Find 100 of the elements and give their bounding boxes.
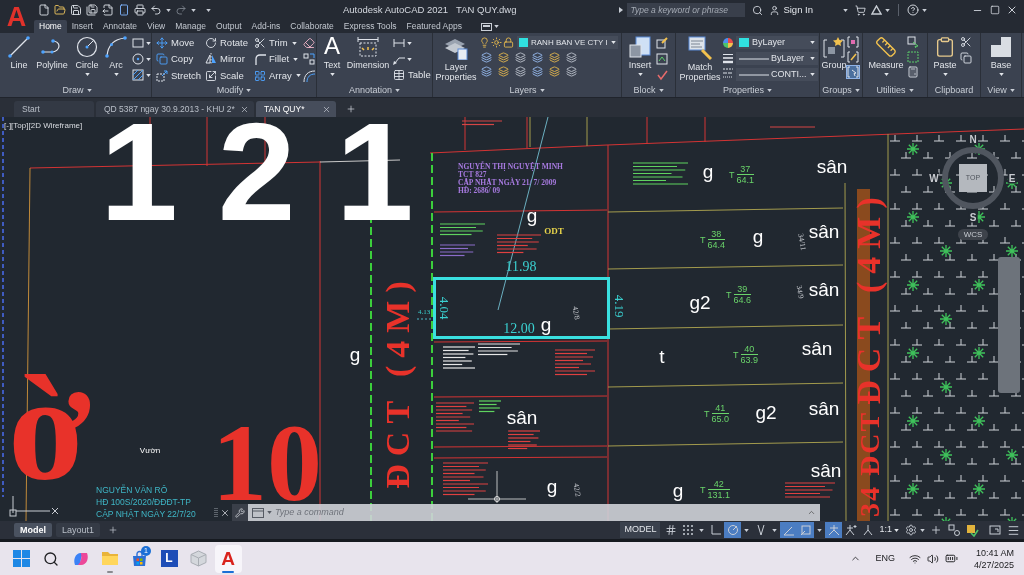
close-tab-icon[interactable] bbox=[322, 104, 331, 114]
search-field[interactable]: Type a keyword or phrase bbox=[627, 3, 746, 17]
lock-icon[interactable] bbox=[503, 37, 514, 48]
ribbon-tab[interactable]: Home bbox=[34, 20, 67, 33]
layer-tool-icon[interactable] bbox=[515, 66, 526, 77]
clock-date[interactable]: 4/27/2025 bbox=[973, 558, 1014, 571]
base-view-button[interactable]: Base bbox=[987, 33, 1015, 84]
layer-tool-icon[interactable] bbox=[498, 52, 509, 63]
viewport-controls[interactable]: [-][Top][2D Wireframe] bbox=[4, 121, 83, 131]
color-dropdown[interactable]: ByLayer bbox=[736, 36, 818, 49]
layer-tool-icon[interactable] bbox=[549, 52, 560, 63]
file-tab[interactable]: Start bbox=[14, 101, 94, 117]
layer-tool-icon[interactable] bbox=[481, 66, 492, 77]
compass-letter[interactable]: W bbox=[928, 172, 940, 184]
lightbulb-icon[interactable] bbox=[479, 37, 490, 48]
layer-tool-icon[interactable] bbox=[532, 52, 543, 63]
close-icon[interactable] bbox=[1006, 4, 1018, 16]
line-tool-button[interactable]: Line bbox=[5, 33, 33, 84]
panel-title-button[interactable]: Draw bbox=[62, 83, 92, 98]
ribbon-tab[interactable]: View bbox=[142, 20, 171, 33]
circle-tool-button[interactable]: Circle bbox=[71, 33, 103, 84]
ellipse-tool-button[interactable] bbox=[132, 51, 151, 67]
export-file-icon[interactable] bbox=[102, 4, 114, 16]
copy-button[interactable]: Copy bbox=[156, 51, 205, 68]
fullscreen-icon[interactable] bbox=[989, 524, 1001, 536]
dimension-tool-button[interactable]: Dimension bbox=[345, 33, 391, 84]
panel-title-button[interactable]: Groups bbox=[822, 83, 860, 98]
isolate-objects-icon[interactable] bbox=[948, 524, 960, 536]
model-space-button[interactable]: MODEL bbox=[620, 522, 661, 538]
layer-dropdown[interactable]: RANH BAN VE CTY I bbox=[517, 36, 618, 49]
panel-title-button[interactable]: Modify bbox=[216, 83, 252, 98]
status-toggle-button[interactable] bbox=[724, 522, 742, 538]
caret-icon[interactable] bbox=[817, 528, 823, 532]
status-toggle-button[interactable] bbox=[825, 522, 843, 538]
eraser-icon[interactable] bbox=[303, 37, 315, 49]
settings-icon[interactable] bbox=[905, 524, 917, 536]
customize-button[interactable] bbox=[232, 504, 248, 521]
new-tab-icon[interactable] bbox=[346, 104, 356, 114]
plus-icon[interactable] bbox=[930, 524, 942, 536]
search-icon[interactable] bbox=[43, 550, 59, 567]
cart-icon[interactable] bbox=[855, 4, 866, 16]
ribbon-tab[interactable]: Featured Apps bbox=[401, 20, 467, 33]
menu-icon[interactable] bbox=[1007, 523, 1020, 537]
scale-button[interactable]: Scale bbox=[205, 67, 254, 84]
hardware-acceleration-icon[interactable] bbox=[966, 523, 979, 537]
block-editor-icon[interactable] bbox=[656, 37, 668, 49]
taskbar-app-button[interactable]: L bbox=[155, 544, 183, 573]
group-edit-icon[interactable] bbox=[847, 51, 859, 63]
arc-tool-button[interactable]: Arc bbox=[103, 33, 129, 84]
caret-icon[interactable] bbox=[699, 528, 705, 532]
compass-letter[interactable]: S bbox=[968, 211, 978, 223]
panel-title-button[interactable]: Block bbox=[633, 83, 664, 98]
mirror-button[interactable]: Mirror bbox=[205, 51, 254, 68]
lineweight-dropdown[interactable]: ByLayer bbox=[736, 52, 818, 65]
caret-icon[interactable] bbox=[922, 8, 927, 12]
calculator-icon[interactable] bbox=[907, 66, 919, 78]
fillet-button[interactable]: Fillet bbox=[254, 51, 303, 68]
caret-icon[interactable] bbox=[166, 8, 171, 12]
explode-icon[interactable] bbox=[303, 53, 315, 66]
ribbon-tab[interactable]: Express Tools bbox=[338, 20, 402, 33]
compass-letter[interactable]: N bbox=[968, 133, 978, 145]
annotation-scale-button[interactable]: 1:1 bbox=[879, 523, 899, 537]
open-folder-icon[interactable] bbox=[54, 4, 66, 16]
sign-in-button[interactable]: Sign In bbox=[769, 2, 813, 18]
layer-tool-icon[interactable] bbox=[566, 52, 577, 63]
group-button[interactable]: Group bbox=[821, 33, 847, 84]
print-icon[interactable] bbox=[134, 4, 146, 16]
new-layout-icon[interactable] bbox=[108, 525, 119, 535]
trim-button[interactable]: Trim bbox=[254, 35, 303, 51]
linetype-dropdown[interactable]: CONTI... bbox=[736, 68, 818, 81]
select-all-icon[interactable] bbox=[907, 51, 919, 63]
caret-icon[interactable] bbox=[191, 8, 196, 12]
search-icon[interactable] bbox=[752, 4, 764, 16]
insert-block-button[interactable]: Insert bbox=[624, 33, 656, 84]
new-file-icon[interactable] bbox=[38, 4, 50, 16]
expand-arrow-icon[interactable] bbox=[619, 7, 624, 13]
close-tab-icon[interactable] bbox=[240, 104, 249, 114]
ribbon-tab[interactable]: Insert bbox=[66, 20, 98, 33]
polyline-tool-button[interactable]: Polyline bbox=[33, 33, 71, 84]
measure-button[interactable]: Measure bbox=[865, 33, 907, 84]
caret-icon[interactable] bbox=[772, 528, 778, 532]
cut-icon[interactable] bbox=[960, 36, 972, 48]
copy-clip-icon[interactable] bbox=[960, 52, 972, 64]
caret-icon[interactable] bbox=[206, 8, 211, 12]
volume-icon[interactable] bbox=[926, 552, 939, 565]
taskbar-app-button[interactable]: A bbox=[214, 544, 242, 573]
wifi-icon[interactable] bbox=[908, 552, 921, 565]
block-attribute-icon[interactable] bbox=[656, 53, 668, 65]
maximize-icon[interactable] bbox=[990, 5, 1000, 15]
save-as-icon[interactable] bbox=[86, 4, 98, 16]
match-properties-button[interactable]: Match Properties bbox=[678, 33, 722, 84]
ucs-menu-button[interactable]: WCS bbox=[958, 229, 988, 240]
caret-icon[interactable] bbox=[267, 511, 272, 514]
ribbon-tab[interactable]: Output bbox=[211, 20, 247, 33]
command-input[interactable]: Type a command bbox=[275, 506, 804, 519]
ribbon-tab[interactable]: Add-ins bbox=[246, 20, 286, 33]
sun-icon[interactable] bbox=[491, 37, 502, 48]
selected-parcel-outline[interactable] bbox=[433, 277, 610, 339]
layer-properties-button[interactable]: Layer Properties bbox=[435, 33, 477, 84]
windows-start-icon[interactable] bbox=[13, 550, 30, 567]
